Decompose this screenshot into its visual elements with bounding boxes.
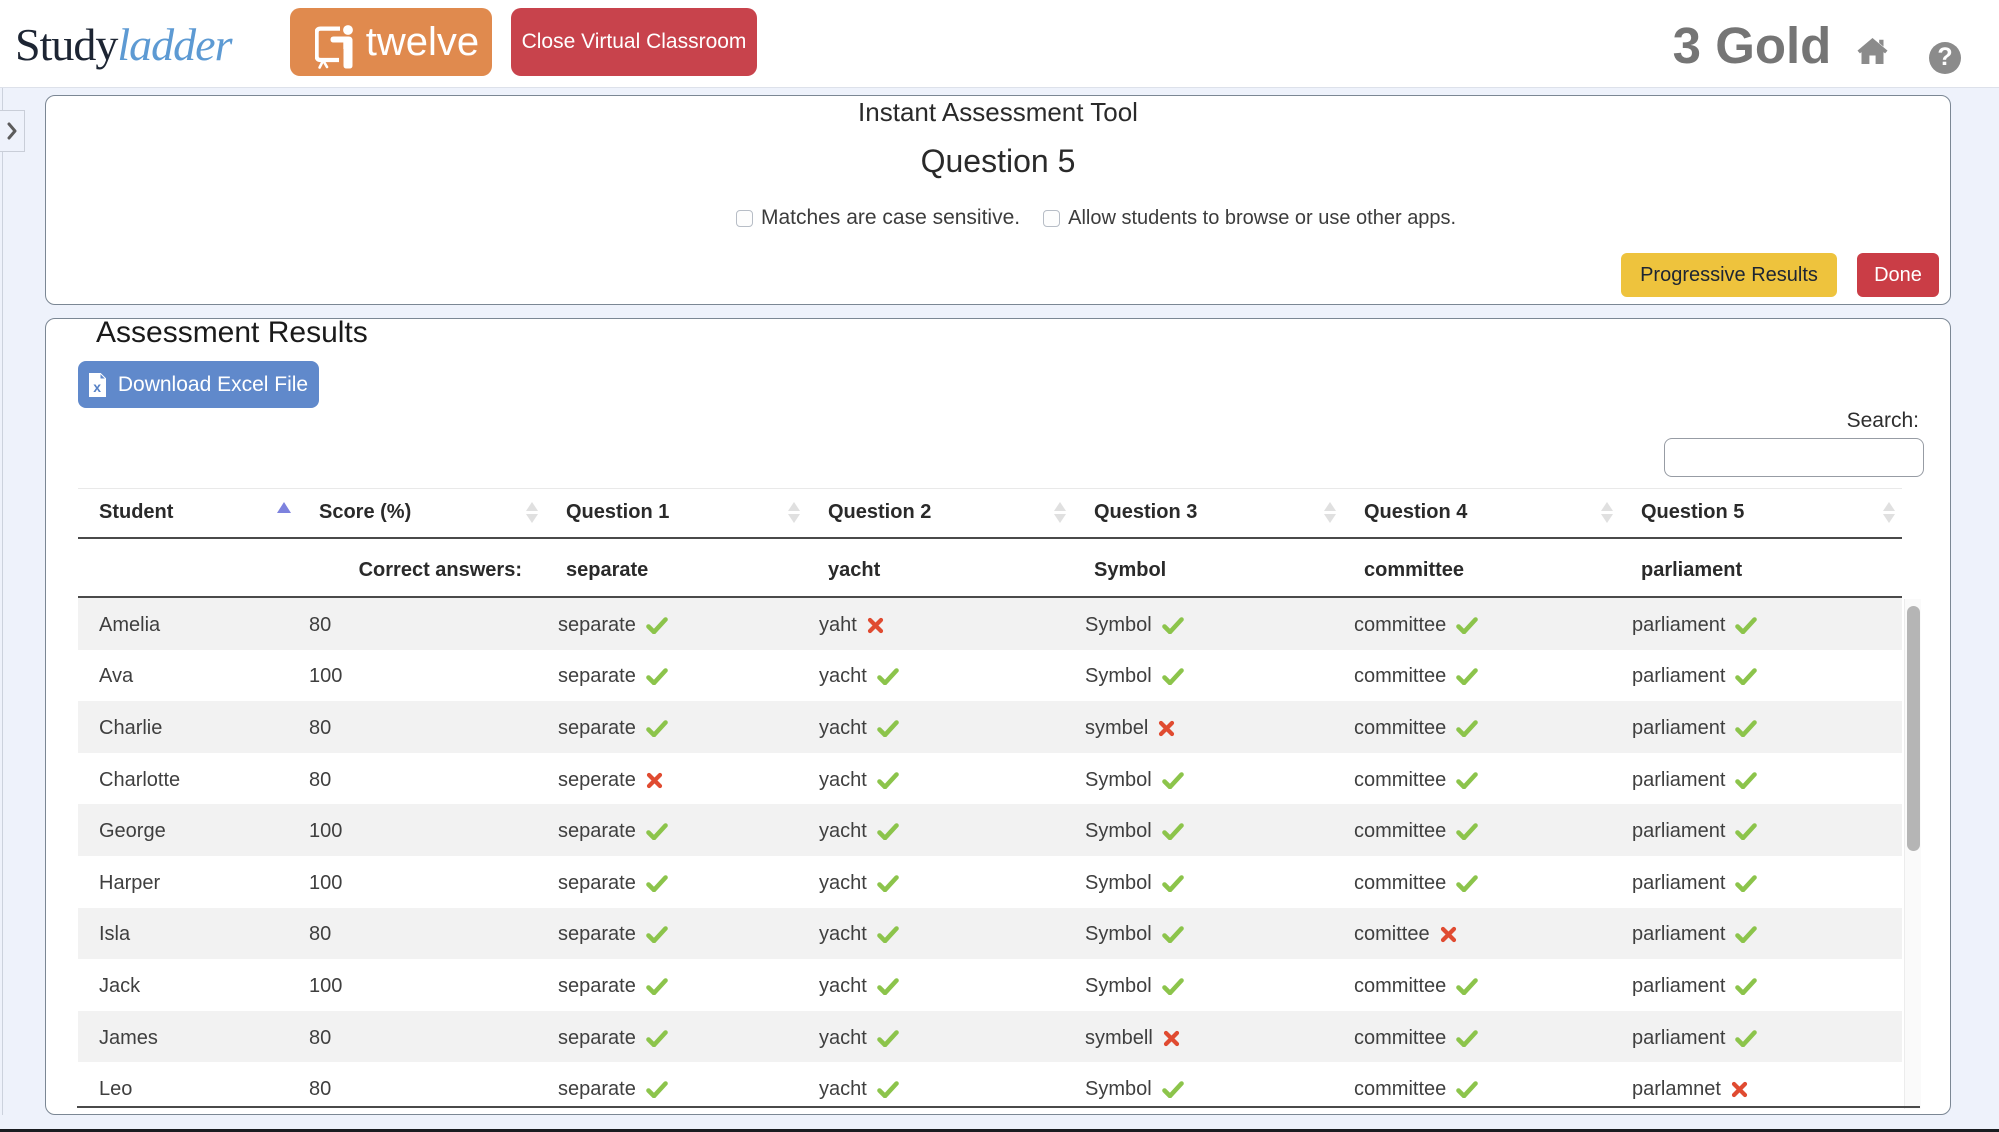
svg-text:x: x	[93, 379, 101, 395]
